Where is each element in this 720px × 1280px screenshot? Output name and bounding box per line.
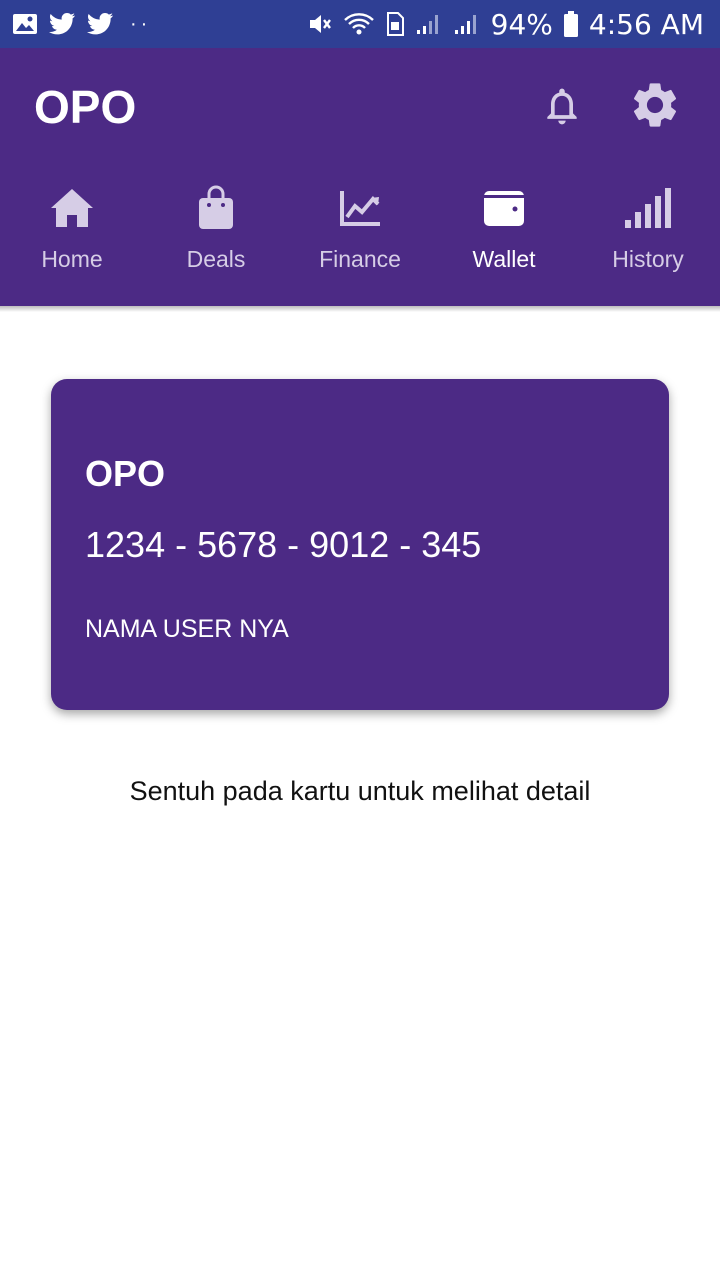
- notification-dots: ··: [130, 12, 152, 35]
- tab-home[interactable]: Home: [0, 184, 144, 294]
- shopping-bag-icon: [196, 184, 236, 232]
- wallet-card[interactable]: OPO 1234 - 5678 - 9012 - 345 NAMA USER N…: [51, 379, 669, 710]
- clock: 4:56 AM: [588, 7, 704, 41]
- tab-finance[interactable]: Finance: [288, 184, 432, 294]
- twitter-icon: [48, 12, 76, 36]
- sim-icon: [385, 11, 405, 37]
- tab-label: Deals: [186, 246, 246, 272]
- tab-history[interactable]: History: [576, 184, 720, 294]
- wifi-icon: [343, 11, 375, 37]
- tab-label: Home: [41, 246, 103, 272]
- gear-icon[interactable]: [628, 78, 682, 137]
- signal-icon: [415, 12, 443, 36]
- bell-icon[interactable]: [540, 84, 584, 133]
- status-bar: ·· 94% 4:56 AM: [0, 0, 720, 48]
- battery-percent: 94%: [490, 7, 553, 41]
- tab-label: Wallet: [472, 246, 536, 272]
- twitter-icon: [86, 12, 114, 36]
- bars-icon: [623, 184, 673, 232]
- app-bar: OPO Home Deals Finance Wallet History: [0, 48, 720, 306]
- card-holder-name: NAMA USER NYA: [85, 615, 289, 643]
- tab-bar: Home Deals Finance Wallet History: [0, 184, 720, 294]
- card-number: 1234 - 5678 - 9012 - 345: [85, 524, 482, 565]
- app-bar-shadow: [0, 306, 720, 312]
- battery-icon: [563, 10, 579, 38]
- app-title: OPO: [34, 81, 137, 133]
- card-title: OPO: [85, 453, 166, 494]
- status-bar-right: 94% 4:56 AM: [307, 8, 704, 41]
- card-hint-text: Sentuh pada kartu untuk melihat detail: [129, 776, 591, 806]
- gallery-icon: [12, 12, 38, 36]
- wallet-icon: [482, 184, 526, 232]
- chart-icon: [338, 184, 382, 232]
- signal-icon: [453, 12, 481, 36]
- home-icon: [48, 184, 96, 232]
- mute-icon: [307, 11, 333, 37]
- tab-deals[interactable]: Deals: [144, 184, 288, 294]
- status-bar-left: ··: [12, 12, 151, 36]
- tab-label: Finance: [319, 246, 401, 272]
- tab-wallet[interactable]: Wallet: [432, 184, 576, 294]
- tab-label: History: [612, 246, 684, 272]
